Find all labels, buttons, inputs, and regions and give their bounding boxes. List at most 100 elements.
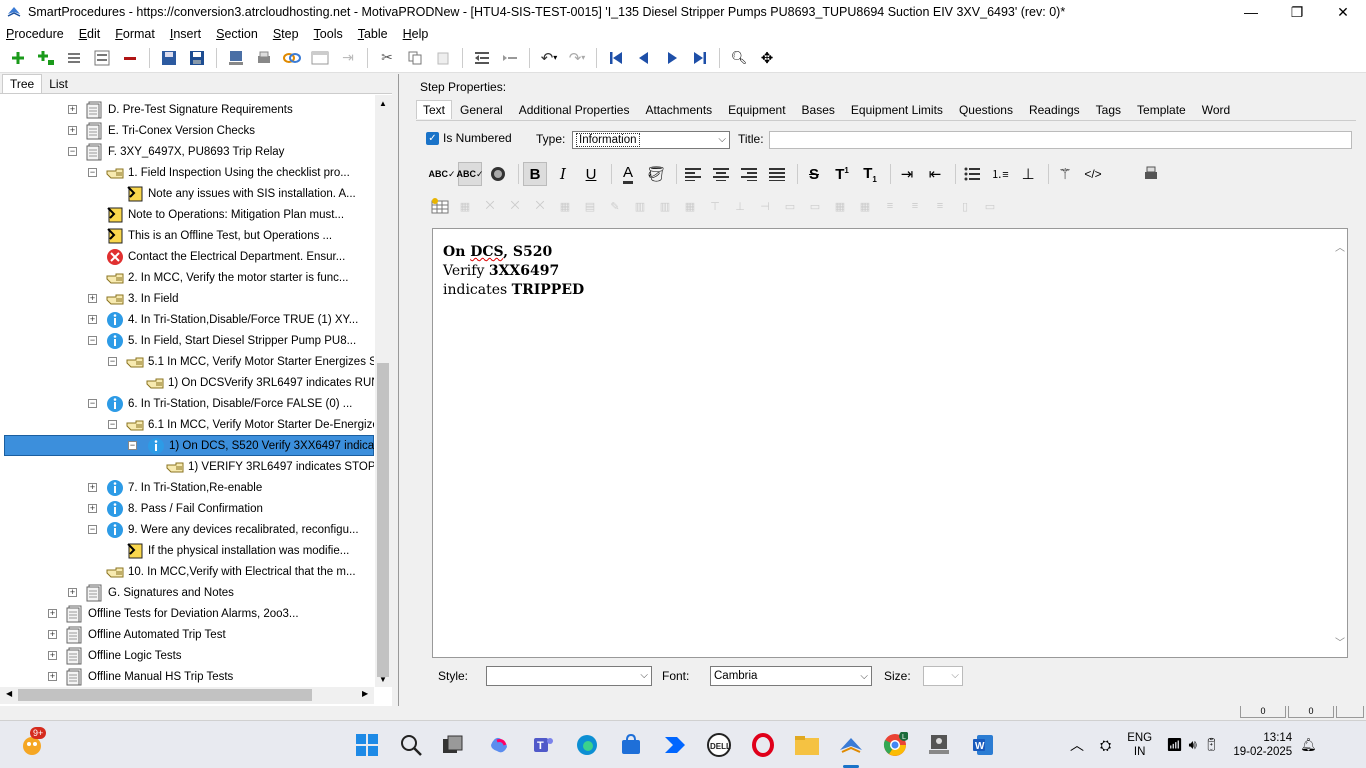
tab-readings[interactable]: Readings [1021, 101, 1088, 119]
redo-disabled-icon[interactable]: ⇥ [337, 47, 359, 69]
cut-icon[interactable]: ✂ [376, 47, 398, 69]
split-icon[interactable]: ▦ [680, 197, 700, 215]
col-width-icon[interactable]: ▯ [955, 197, 975, 215]
network-settings-icon[interactable]: ⛭ [1100, 737, 1111, 754]
fill-color-icon[interactable]: 🪣︎ [644, 162, 668, 186]
insert-col-left-icon[interactable]: ▥ [630, 197, 650, 215]
menu-format[interactable]: Format [115, 27, 155, 41]
tree-hscroll-thumb[interactable] [18, 689, 312, 701]
tree-item[interactable]: E. Tri-Conex Version Checks [86, 120, 255, 141]
grid-b-icon[interactable]: ▦ [855, 197, 875, 215]
delete-table-icon[interactable]: ⨉ [480, 197, 500, 215]
collapse-icon[interactable]: − [128, 441, 137, 450]
undo-icon[interactable]: ↶ ▾ [538, 47, 560, 69]
edit-cell-icon[interactable]: ✎ [605, 197, 625, 215]
row-props-icon[interactable]: ▤ [580, 197, 600, 215]
tree-item[interactable]: 6.1 In MCC, Verify Motor Starter De-Ener… [126, 414, 374, 435]
editor-content[interactable]: On DCS, S520 Verify 3XX6497 indicates TR… [443, 243, 584, 300]
tab-bases[interactable]: Bases [794, 101, 843, 119]
language-indicator[interactable]: ENG IN [1127, 731, 1152, 759]
expand-icon[interactable]: + [88, 504, 97, 513]
decrease-indent-icon[interactable]: ⇤ [923, 162, 947, 186]
strikethrough-button[interactable]: S [802, 162, 826, 186]
spell-check-icon[interactable]: ABC✓ [428, 162, 455, 186]
close-button[interactable]: ✕ [1320, 0, 1366, 24]
clock[interactable]: 13:14 19-02-2025 [1233, 731, 1292, 759]
tree-item[interactable]: 3. In Field [106, 288, 179, 309]
chevron-up-icon[interactable]: ︿ [1070, 735, 1084, 755]
expand-icon[interactable]: + [88, 483, 97, 492]
merge-cells-icon[interactable]: ▭ [780, 197, 800, 215]
step-text-editor[interactable]: On DCS, S520 Verify 3XX6497 indicates TR… [432, 228, 1348, 658]
indent-icon[interactable] [499, 47, 521, 69]
insert-row-below-icon[interactable]: ⊥ [730, 197, 750, 215]
tree-item[interactable]: 7. In Tri-Station,Re-enable [106, 477, 262, 498]
numbered-list-icon[interactable]: ⒈≡ [988, 162, 1012, 186]
bold-button[interactable]: B [523, 162, 547, 186]
tree-item[interactable]: Note any issues with SIS installation. A… [126, 183, 356, 204]
font-select[interactable]: Cambria ⌵ [710, 666, 872, 686]
tab-tree[interactable]: Tree [2, 74, 43, 93]
justify-icon[interactable] [765, 162, 789, 186]
word-icon[interactable]: W [969, 731, 997, 759]
maximize-button[interactable]: ❐ [1274, 0, 1320, 24]
menu-table[interactable]: Table [358, 27, 388, 41]
tree-item[interactable]: This is an Offline Test, but Operations … [106, 225, 332, 246]
chrome-icon[interactable]: L [881, 731, 909, 759]
delete-col-icon[interactable]: ⨉ [530, 197, 550, 215]
paste-icon[interactable] [432, 47, 454, 69]
tree-item[interactable]: F. 3XY_6497X, PU8693 Trip Relay [86, 141, 284, 162]
tree-item[interactable]: Offline Tests for Deviation Alarms, 2oo3… [66, 603, 299, 624]
next-icon[interactable] [661, 47, 683, 69]
collapse-icon[interactable]: − [68, 147, 77, 156]
superscript-button[interactable]: T1 [830, 162, 854, 186]
collapse-icon[interactable]: − [108, 420, 117, 429]
tab-template[interactable]: Template [1129, 101, 1194, 119]
expand-icon[interactable]: + [68, 588, 77, 597]
tab-additional-properties[interactable]: Additional Properties [511, 101, 638, 119]
copy-icon[interactable] [404, 47, 426, 69]
type-select[interactable]: Information ⌵ [572, 131, 730, 149]
tree-item[interactable]: 1) On DCS, S520 Verify 3XX6497 indicates… [4, 435, 374, 456]
dell-icon[interactable]: DELL [705, 731, 733, 759]
start-icon[interactable] [353, 731, 381, 759]
collapse-icon[interactable]: − [88, 525, 97, 534]
tree-item[interactable]: 5. In Field, Start Diesel Stripper Pump … [106, 330, 356, 351]
add-child-icon[interactable] [35, 47, 57, 69]
align-right-icon[interactable] [737, 162, 761, 186]
tree-item[interactable]: D. Pre-Test Signature Requirements [86, 99, 293, 120]
outdent-icon[interactable] [471, 47, 493, 69]
notifications-icon[interactable]: 🔔︎ [1300, 737, 1317, 753]
tree-item[interactable]: Offline Manual HS Trip Tests [66, 666, 233, 687]
menu-section[interactable]: Section [216, 27, 258, 41]
expand-icon[interactable]: + [68, 126, 77, 135]
bulleted-list-icon[interactable] [960, 162, 984, 186]
italic-button[interactable]: I [551, 162, 575, 186]
tab-questions[interactable]: Questions [951, 101, 1021, 119]
tab-word[interactable]: Word [1194, 101, 1238, 119]
tree-item[interactable]: 1) On DCSVerify 3RL6497 indicates RUNNI.… [146, 372, 374, 393]
insert-row-above-icon[interactable]: ⊤ [705, 197, 725, 215]
increase-indent-icon[interactable]: ⇥ [895, 162, 919, 186]
cell-props-icon[interactable]: ▦ [555, 197, 575, 215]
horizontal-rule-icon[interactable]: ⊥ [1016, 162, 1040, 186]
expand-icon[interactable]: + [88, 294, 97, 303]
battery-icon[interactable]: 🔋︎ [1203, 737, 1220, 753]
panel-splitter[interactable] [398, 74, 403, 706]
tab-equipment-limits[interactable]: Equipment Limits [843, 101, 951, 119]
expand-icon[interactable]: + [48, 672, 57, 681]
expand-icon[interactable]: + [48, 630, 57, 639]
align-bottom-icon[interactable]: ≡ [930, 197, 950, 215]
is-numbered-checkbox[interactable]: ✓ [426, 132, 439, 145]
tree-item[interactable]: G. Signatures and Notes [86, 582, 234, 603]
tab-attachments[interactable]: Attachments [637, 101, 720, 119]
tab-tags[interactable]: Tags [1088, 101, 1129, 119]
underline-button[interactable]: U [579, 162, 603, 186]
store-icon[interactable] [617, 731, 645, 759]
spell-check-as-you-type-icon[interactable]: ABC✓ [456, 162, 484, 186]
delete-icon[interactable] [119, 47, 141, 69]
tree-item[interactable]: Offline Automated Trip Test [66, 624, 226, 645]
edge-icon[interactable] [573, 731, 601, 759]
menu-procedure[interactable]: Procedure [6, 27, 64, 41]
collapse-icon[interactable]: − [88, 336, 97, 345]
